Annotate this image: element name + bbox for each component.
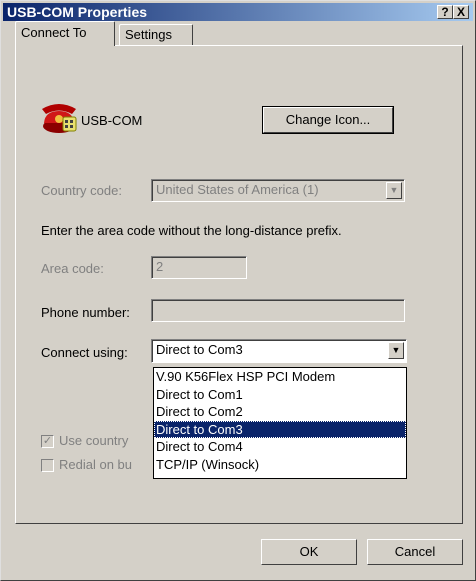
properties-dialog: USB-COM Properties ? X Connect To Settin…: [0, 0, 476, 581]
list-item[interactable]: TCP/IP (Winsock): [154, 456, 406, 474]
title-bar[interactable]: USB-COM Properties ? X: [3, 3, 473, 21]
help-button[interactable]: ?: [437, 5, 453, 19]
tab-connect-to[interactable]: Connect To: [15, 21, 115, 46]
tab-settings[interactable]: Settings: [119, 24, 193, 46]
window-title: USB-COM Properties: [7, 4, 148, 20]
cancel-label: Cancel: [394, 544, 436, 559]
cancel-button[interactable]: Cancel: [367, 539, 463, 565]
tab-connect-to-label: Connect To: [21, 25, 87, 40]
list-item[interactable]: Direct to Com4: [154, 438, 406, 456]
list-item-selected[interactable]: Direct to Com3: [154, 420, 406, 438]
tab-settings-label: Settings: [125, 27, 172, 42]
ok-label: OK: [299, 544, 319, 559]
list-item[interactable]: Direct to Com1: [154, 386, 406, 404]
list-item[interactable]: V.90 K56Flex HSP PCI Modem: [154, 368, 406, 386]
ok-button[interactable]: OK: [261, 539, 357, 565]
close-button[interactable]: X: [453, 5, 469, 19]
connect-using-dropdown-list[interactable]: V.90 K56Flex HSP PCI Modem Direct to Com…: [153, 367, 407, 479]
list-item[interactable]: Direct to Com2: [154, 403, 406, 421]
